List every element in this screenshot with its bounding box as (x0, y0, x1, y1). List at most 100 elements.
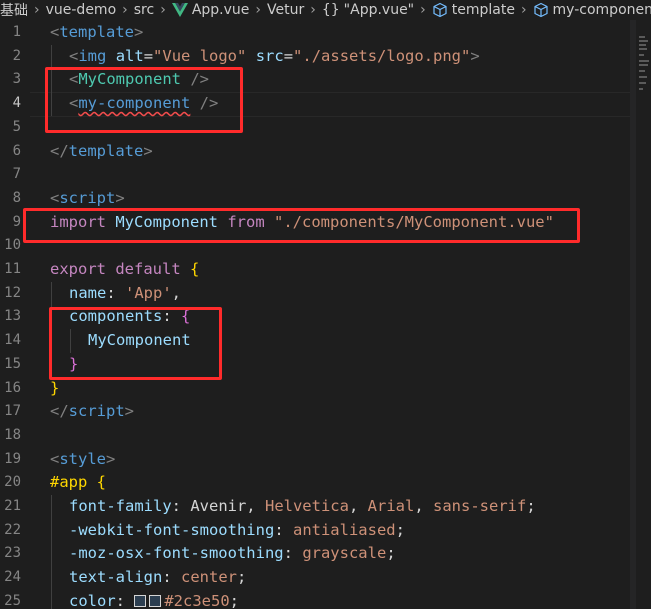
code-token: -webkit-font-smoothing (69, 520, 275, 539)
breadcrumb-item[interactable]: src (134, 0, 154, 20)
indent-guide (51, 281, 52, 306)
code-line[interactable]: 20 #app { (0, 471, 640, 495)
code-line[interactable]: 22 -webkit-font-smoothing: antialiased; (0, 519, 640, 543)
line-number: 16 (4, 379, 21, 396)
code-text: color: #2c3e50; (69, 590, 239, 609)
line-number: 12 (4, 284, 21, 301)
code-token: : (106, 283, 125, 302)
code-token: , (348, 497, 368, 515)
code-line[interactable]: 25 color: #2c3e50; (0, 590, 640, 609)
code-line[interactable]: 2 <img alt="Vue logo" src="./assets/logo.… (0, 45, 640, 69)
breadcrumb-item[interactable]: Vetur (267, 0, 304, 20)
code-token: text-align (69, 568, 163, 587)
code-token: img (78, 46, 107, 65)
breadcrumb-item[interactable]: template (432, 0, 515, 20)
line-number: 21 (4, 498, 21, 514)
code-line[interactable]: 16} (0, 377, 640, 401)
code-token: src (255, 46, 284, 65)
line-number: 4 (12, 95, 21, 112)
code-line[interactable]: 6 </template> (0, 140, 640, 164)
line-number: 23 (4, 545, 21, 562)
code-token: </ (50, 402, 69, 421)
code-token: 'App' (125, 283, 172, 302)
breadcrumb-item[interactable]: my-component (533, 0, 651, 20)
code-text: export default { (50, 258, 199, 282)
code-token: > (143, 141, 153, 160)
code-token: #2c3e50 (164, 591, 230, 609)
minimap-line (639, 82, 646, 84)
line-number: 15 (4, 355, 21, 372)
code-editor[interactable]: 1 <template> 2 <img alt="Vue logo" src="./a… (0, 20, 640, 609)
breadcrumb-item-label: 基础 (0, 3, 28, 19)
chevron-right-icon: › (520, 2, 527, 18)
chevron-right-icon: › (122, 2, 128, 18)
code-text: <style> (50, 448, 115, 472)
code-token: -moz-osx-font-smoothing (69, 544, 284, 563)
code-text: name: 'App', (69, 282, 181, 306)
code-line[interactable]: 18 (0, 424, 640, 448)
code-text: text-align: center; (69, 566, 246, 590)
line-number: 7 (12, 166, 21, 183)
code-token: < (69, 46, 79, 65)
color-swatch-icon[interactable] (134, 595, 147, 608)
chevron-right-icon: › (34, 2, 40, 18)
breadcrumb-item-label: Vetur (267, 2, 305, 18)
code-line[interactable]: 21 font-family: Avenir, Helvetica, Arial,… (0, 495, 640, 519)
code-token: ; (526, 497, 536, 515)
code-token: style (59, 449, 107, 468)
line-number: 24 (4, 569, 21, 586)
breadcrumb-item-label: template (451, 2, 515, 18)
line-number: 18 (4, 426, 21, 443)
code-text: -webkit-font-smoothing: antialiased; (69, 519, 405, 543)
minimap-line (639, 60, 649, 62)
code-line[interactable]: 1 <template> (0, 21, 640, 45)
indent-guide (51, 589, 52, 609)
chevron-right-icon: › (160, 2, 166, 18)
line-number: 20 (4, 474, 21, 491)
code-line[interactable]: 24 text-align: center; (0, 566, 640, 590)
line-number: 5 (12, 118, 21, 135)
line-number: 22 (4, 521, 21, 538)
breadcrumb: 基础 › vue-demo › src › App.vue › Vetur › {} "App.vue… (0, 0, 651, 20)
code-token: < (50, 449, 60, 468)
code-line[interactable]: 17 </script> (0, 400, 640, 424)
cube-icon (432, 2, 448, 18)
indent-guide (51, 566, 52, 590)
minimap-line (639, 76, 647, 78)
code-text: } (50, 377, 59, 401)
code-token: < (50, 23, 60, 41)
code-line[interactable]: 23 -moz-osx-font-smoothing: grayscale; (0, 542, 640, 566)
code-token: template (68, 141, 144, 160)
breadcrumb-item[interactable]: vue-demo (46, 0, 117, 20)
code-line[interactable]: 7 (0, 163, 640, 187)
line-number: 9 (12, 213, 21, 230)
code-line[interactable]: 11 export default { (0, 258, 640, 282)
breadcrumb-item[interactable]: 基础 (0, 0, 28, 20)
code-token: < (50, 188, 60, 207)
chevron-right-icon: › (420, 2, 426, 18)
code-token: script (68, 402, 125, 421)
code-text: -moz-osx-font-smoothing: grayscale; (69, 542, 396, 566)
breadcrumb-item-label: App.vue (191, 2, 250, 18)
breadcrumb-item[interactable]: {} "App.vue" (322, 0, 414, 20)
code-token: "./assets/logo.png" (293, 46, 471, 65)
breadcrumb-item-label: vue-demo (45, 2, 117, 18)
code-token: center (181, 568, 237, 587)
code-text: </template> (50, 140, 153, 164)
minimap-line (639, 54, 644, 56)
braces-icon: {} (321, 2, 340, 18)
code-token: grayscale (302, 544, 387, 563)
code-token: sans-serif (433, 497, 527, 515)
color-swatch-icon[interactable] (149, 595, 162, 608)
code-token: , (171, 283, 182, 302)
cube-icon (533, 2, 549, 18)
indent-guide (51, 44, 52, 69)
code-line[interactable]: 12 name: 'App', (0, 282, 640, 306)
code-line[interactable]: 19 <style> (0, 448, 640, 472)
breadcrumb-item[interactable]: App.vue (171, 0, 250, 20)
code-token: template (59, 23, 134, 41)
minimap[interactable] (636, 20, 651, 609)
